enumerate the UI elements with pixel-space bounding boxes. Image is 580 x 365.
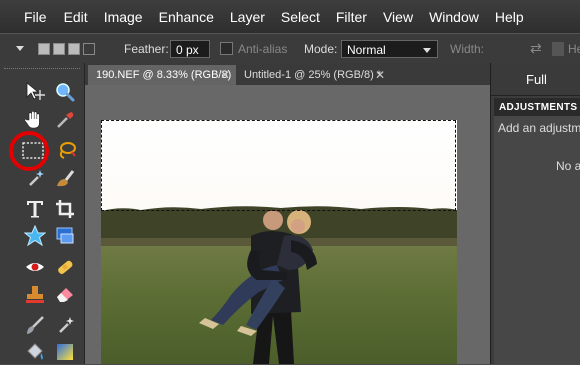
crop-icon xyxy=(56,200,74,218)
menu-view[interactable]: View xyxy=(375,9,421,25)
move-icon xyxy=(26,82,45,100)
toolbox xyxy=(0,63,85,364)
shape-tool[interactable] xyxy=(22,223,48,249)
highlight-circle xyxy=(9,131,49,171)
panel-bin: Full ADJUSTMENTS Add an adjustm No a xyxy=(490,63,580,364)
mode-label: Mode: xyxy=(304,41,338,56)
brush-icon xyxy=(27,316,44,334)
adjustments-panel-header[interactable]: ADJUSTMENTS xyxy=(494,98,580,116)
tool-options-bar: Feather: 0 px Anti-alias Mode: Normal Wi… xyxy=(0,33,580,64)
subtract-selection-icon[interactable] xyxy=(68,42,80,55)
tool-preset-picker[interactable] xyxy=(16,34,24,63)
photo-image[interactable] xyxy=(101,120,457,364)
height-field-icon xyxy=(552,41,564,56)
healing-brush-tool[interactable] xyxy=(52,254,78,280)
feather-input[interactable]: 0 px xyxy=(170,39,210,58)
toolbox-grip[interactable] xyxy=(4,68,80,71)
eraser-tool[interactable] xyxy=(52,281,78,307)
adjustments-title: ADJUSTMENTS xyxy=(499,101,578,113)
type-tool[interactable] xyxy=(22,196,48,222)
hand-tool[interactable] xyxy=(22,107,48,133)
recompose-tool[interactable] xyxy=(52,223,78,249)
adjustments-empty-text: No a xyxy=(556,159,580,173)
menu-select[interactable]: Select xyxy=(273,9,328,25)
gradient-tool[interactable] xyxy=(52,339,78,365)
move-tool[interactable] xyxy=(22,79,48,105)
lasso-tool[interactable] xyxy=(54,138,80,164)
mode-select[interactable]: Normal xyxy=(341,39,438,58)
height-label: Heig xyxy=(568,41,580,56)
smart-brush-tool[interactable] xyxy=(52,312,78,338)
eyedropper-icon xyxy=(57,112,74,128)
red-eye-icon xyxy=(26,263,44,271)
selection-mode-group xyxy=(38,34,98,63)
swap-dimensions-icon[interactable]: ⇄ xyxy=(530,40,542,57)
document-tab-190-nef[interactable]: 190.NEF @ 8.33% (RGB/8) ✕ xyxy=(88,65,236,85)
width-label: Width: xyxy=(450,41,485,56)
document-canvas[interactable] xyxy=(85,85,490,364)
close-icon[interactable]: ✕ xyxy=(220,68,230,82)
zoom-tool[interactable] xyxy=(52,79,78,105)
shape-icon xyxy=(24,225,46,247)
feather-label: Feather: xyxy=(124,41,169,56)
add-selection-icon[interactable] xyxy=(53,42,65,55)
new-selection-icon[interactable] xyxy=(38,42,50,55)
lasso-icon xyxy=(59,142,76,159)
clone-stamp-icon xyxy=(26,286,44,303)
smart-brush-icon xyxy=(59,317,74,333)
close-icon[interactable]: ✕ xyxy=(375,68,385,82)
anti-alias-label: Anti-alias xyxy=(238,41,288,56)
chevron-down-icon xyxy=(16,46,24,51)
brush-selection-icon xyxy=(57,170,75,187)
paint-bucket-tool[interactable] xyxy=(22,339,48,365)
crop-tool[interactable] xyxy=(52,196,78,222)
eyedropper-tool[interactable] xyxy=(52,107,78,133)
red-eye-tool[interactable] xyxy=(22,254,48,280)
menu-edit[interactable]: Edit xyxy=(56,9,96,25)
brush-selection-tool[interactable] xyxy=(52,165,78,191)
document-tabs: 190.NEF @ 8.33% (RGB/8) ✕ Untitled-1 @ 2… xyxy=(85,63,490,86)
menu-layer[interactable]: Layer xyxy=(222,9,273,25)
adjustments-panel-body: Add an adjustm No a xyxy=(494,116,580,364)
mode-select-value: Normal xyxy=(347,42,386,57)
gradient-icon xyxy=(57,344,73,360)
menu-window[interactable]: Window xyxy=(421,9,487,25)
menu-enhance[interactable]: Enhance xyxy=(151,9,222,25)
full-edit-tab-label: Full xyxy=(526,71,547,87)
document-tab-label: 190.NEF @ 8.33% (RGB/8) xyxy=(96,69,232,81)
document-tab-label: Untitled-1 @ 25% (RGB/8) * xyxy=(244,69,382,81)
paint-bucket-icon xyxy=(27,343,43,360)
recompose-icon xyxy=(56,227,74,244)
brush-tool[interactable] xyxy=(22,312,48,338)
zoom-icon xyxy=(56,83,75,102)
clone-stamp-tool[interactable] xyxy=(22,281,48,307)
chevron-down-icon xyxy=(423,47,431,53)
full-edit-tab[interactable]: Full xyxy=(491,63,580,96)
menu-file[interactable]: File xyxy=(0,9,56,25)
intersect-selection-icon[interactable] xyxy=(83,42,95,55)
document-tab-untitled-1[interactable]: Untitled-1 @ 25% (RGB/8) * ✕ xyxy=(236,65,391,85)
menu-image[interactable]: Image xyxy=(96,9,151,25)
menu-help[interactable]: Help xyxy=(487,9,532,25)
eraser-icon xyxy=(57,288,73,302)
menu-filter[interactable]: Filter xyxy=(328,9,375,25)
anti-alias-checkbox[interactable] xyxy=(220,42,233,55)
healing-brush-icon xyxy=(58,260,73,274)
menu-bar: File Edit Image Enhance Layer Select Fil… xyxy=(0,0,580,33)
hand-icon xyxy=(24,110,40,129)
adjustments-hint: Add an adjustm xyxy=(498,121,580,135)
type-icon xyxy=(27,201,43,218)
